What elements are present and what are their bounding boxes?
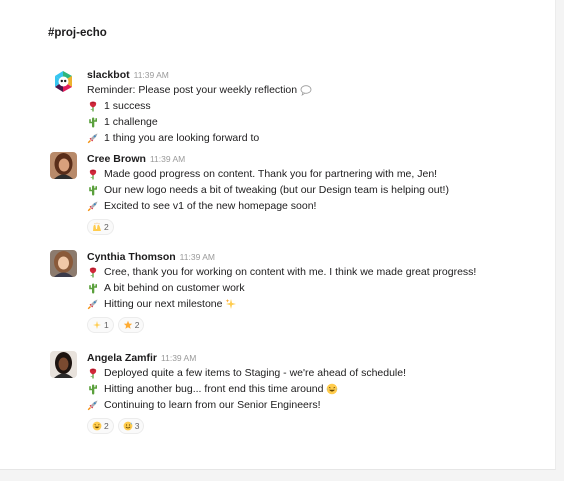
- channel-panel: #proj-echo slackbot 11:39 AM Reminder: P…: [0, 0, 556, 470]
- message-text: Our new logo needs a bit of tweaking (bu…: [104, 184, 449, 196]
- reaction-sparkles[interactable]: 1: [87, 317, 114, 333]
- message-line: Reminder: Please post your weekly reflec…: [87, 82, 547, 98]
- sparkles-icon: [225, 298, 237, 310]
- speech-bubble-icon: [300, 84, 312, 96]
- reaction-sweat-smile[interactable]: 3: [117, 418, 145, 434]
- author-name[interactable]: Angela Zamfir: [87, 352, 157, 364]
- reaction-count: 1: [104, 320, 109, 330]
- rose-icon: [87, 168, 99, 180]
- author-name[interactable]: slackbot: [87, 69, 130, 81]
- sparkles-icon: [93, 321, 101, 329]
- cactus-icon: [87, 184, 99, 196]
- reaction-star[interactable]: 2: [117, 317, 145, 333]
- channel-title: #proj-echo: [48, 27, 107, 39]
- message-line: Excited to see v1 of the new homepage so…: [87, 198, 547, 214]
- message-text: 1 success: [104, 100, 151, 112]
- user-photo-icon: [50, 152, 77, 179]
- message-text: Excited to see v1 of the new homepage so…: [104, 200, 317, 212]
- reaction-bar: 1 2: [87, 317, 547, 333]
- reaction-laughing[interactable]: 2: [87, 418, 114, 434]
- message-line: Made good progress on content. Thank you…: [87, 166, 547, 182]
- message-text: 1 challenge: [104, 116, 158, 128]
- author-name[interactable]: Cynthia Thomson: [87, 251, 176, 263]
- message-text: Hitting our next milestone: [104, 298, 223, 310]
- message-text: Hitting another bug... front end this ti…: [104, 383, 324, 395]
- laughing-face-icon: [92, 421, 102, 431]
- reaction-count: 2: [134, 320, 140, 330]
- rocket-icon: [87, 132, 99, 144]
- reaction-bar: 2 3: [87, 418, 547, 434]
- cactus-icon: [87, 383, 99, 395]
- raised-hands-icon: [93, 222, 101, 231]
- reaction-count: 2: [104, 421, 109, 431]
- message-text: Cree, thank you for working on content w…: [104, 266, 477, 278]
- rose-icon: [87, 266, 99, 278]
- message-line: A bit behind on customer work: [87, 280, 547, 296]
- message-text: 1 thing you are looking forward to: [104, 132, 260, 144]
- message-timestamp[interactable]: 11:39 AM: [134, 70, 169, 80]
- message-timestamp[interactable]: 11:39 AM: [161, 353, 196, 363]
- slackbot-avatar[interactable]: [50, 68, 77, 95]
- slackbot-logo-icon: [50, 68, 77, 95]
- reaction-raised-hands[interactable]: 2: [87, 219, 114, 235]
- reaction-count: 2: [104, 222, 109, 232]
- rose-icon: [87, 367, 99, 379]
- sweat-smile-icon: [123, 421, 133, 431]
- message-line: 1 success: [87, 98, 547, 114]
- message-line: Continuing to learn from our Senior Engi…: [87, 397, 547, 413]
- rocket-icon: [87, 298, 99, 310]
- message-line: 1 thing you are looking forward to: [87, 130, 547, 146]
- reaction-count: 3: [134, 421, 140, 431]
- reaction-bar: 2: [87, 219, 547, 235]
- rocket-icon: [87, 399, 99, 411]
- message-timestamp[interactable]: 11:39 AM: [180, 252, 215, 262]
- avatar[interactable]: [50, 351, 77, 378]
- user-photo-icon: [50, 351, 77, 378]
- laughing-face-icon: [326, 383, 338, 395]
- message-line: Our new logo needs a bit of tweaking (bu…: [87, 182, 547, 198]
- avatar[interactable]: [50, 152, 77, 179]
- message-text: A bit behind on customer work: [104, 282, 245, 294]
- message-text: Made good progress on content. Thank you…: [104, 168, 438, 180]
- cactus-icon: [87, 116, 99, 128]
- cactus-icon: [87, 282, 99, 294]
- star-icon: [123, 320, 132, 329]
- rose-icon: [87, 100, 99, 112]
- avatar[interactable]: [50, 250, 77, 277]
- message-line: 1 challenge: [87, 114, 547, 130]
- author-name[interactable]: Cree Brown: [87, 153, 146, 165]
- message-text: Reminder: Please post your weekly reflec…: [87, 84, 298, 96]
- message-line: Hitting another bug... front end this ti…: [87, 381, 547, 397]
- message-timestamp[interactable]: 11:39 AM: [150, 154, 185, 164]
- message-line: Deployed quite a few items to Staging - …: [87, 365, 547, 381]
- message-line: Cree, thank you for working on content w…: [87, 264, 547, 280]
- message-text: Continuing to learn from our Senior Engi…: [104, 399, 321, 411]
- message-text: Deployed quite a few items to Staging - …: [104, 367, 407, 379]
- rocket-icon: [87, 200, 99, 212]
- message-line: Hitting our next milestone: [87, 296, 547, 312]
- user-photo-icon: [50, 250, 77, 277]
